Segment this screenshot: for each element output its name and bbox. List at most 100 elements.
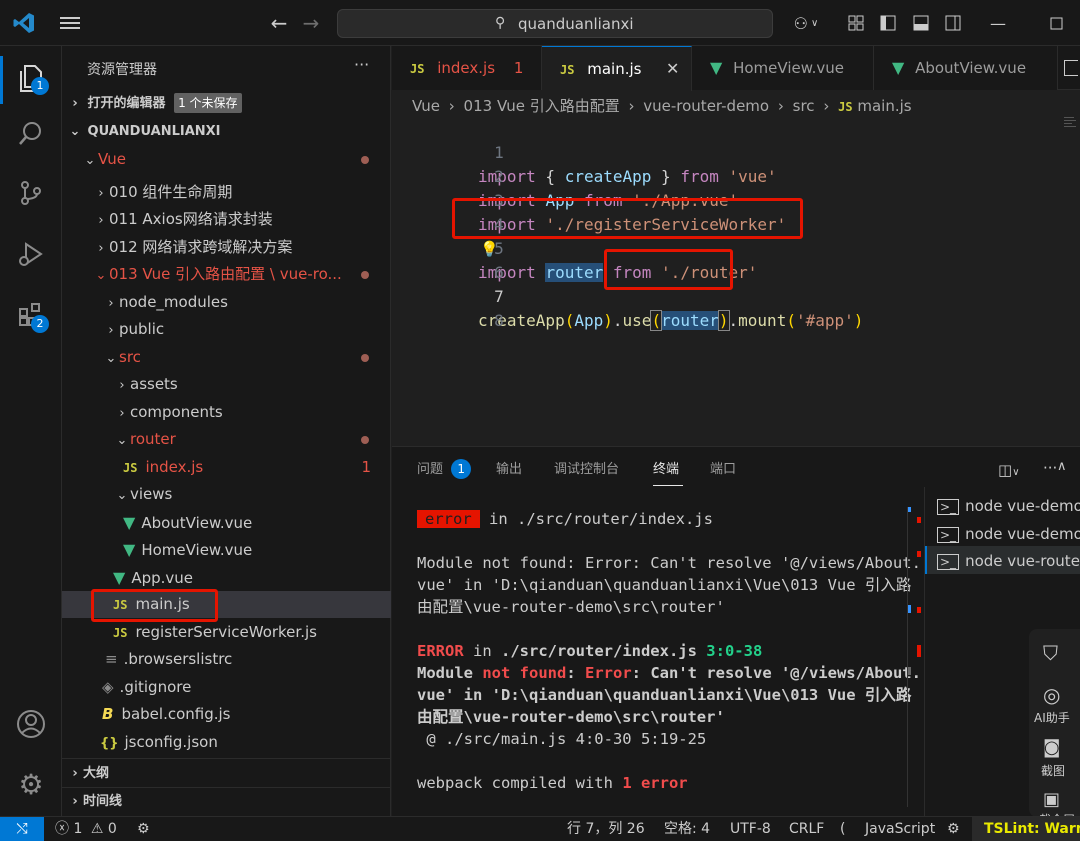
tree-folder-node-modules[interactable]: › node_modules: [62, 289, 391, 316]
toggle-panel-icon[interactable]: [909, 10, 933, 36]
tree-file-index-js[interactable]: JS index.js 1: [62, 454, 391, 481]
breadcrumb-item[interactable]: Vue: [412, 97, 440, 115]
tree-folder-src[interactable]: ⌄ src: [62, 344, 391, 371]
extensions-icon[interactable]: 2: [13, 294, 49, 334]
language-mode[interactable]: JavaScript: [865, 817, 935, 841]
tree-folder-router[interactable]: ⌄ router: [62, 426, 391, 453]
screenshot-label[interactable]: 截图: [1041, 762, 1065, 779]
breadcrumb-item[interactable]: src: [793, 97, 815, 115]
shield-icon[interactable]: ⛉: [1043, 641, 1058, 665]
timeline-section[interactable]: › 时间线: [62, 788, 391, 815]
tree-item-label: 013 Vue 引入路由配置 \ vue-ro...: [109, 265, 342, 283]
breadcrumb-item[interactable]: vue-router-demo: [643, 97, 769, 115]
terminal-line: error in ./src/router/index.js: [417, 508, 713, 530]
tree-folder-vue[interactable]: ⌄ Vue: [62, 146, 391, 173]
floating-toolbar: ⛉ ◎ AI助手 ◙ 截图 ▣ 截全屏: [1029, 629, 1080, 817]
tree-folder-views[interactable]: ⌄ views: [62, 481, 391, 508]
camera-icon[interactable]: ◙: [1043, 737, 1060, 758]
tree-file-jsconfig[interactable]: {} jsconfig.json: [62, 729, 391, 756]
copilot-icon[interactable]: ⚇ ∨: [786, 10, 826, 36]
close-icon[interactable]: ✕: [666, 47, 679, 91]
tree-file-register-sw[interactable]: JS registerServiceWorker.js: [62, 619, 391, 646]
open-editors-section[interactable]: › 打开的编辑器 1 个未保存: [62, 90, 391, 117]
editor-area: JS index.js 1 JS main.js ✕ ▼ HomeView.vu…: [392, 46, 1080, 446]
workspace-root[interactable]: ⌄ QUANDUANLIANXI: [62, 118, 391, 145]
feedback-icon[interactable]: ⚙: [947, 817, 960, 841]
encoding[interactable]: UTF-8: [730, 817, 771, 841]
lightbulb-icon[interactable]: 💡: [480, 237, 499, 261]
tree-file-browserslistrc[interactable]: ≡ .browserslistrc: [62, 646, 391, 673]
settings-gear-icon[interactable]: ⚙: [13, 764, 49, 804]
tree-file-gitignore[interactable]: ◈ .gitignore: [62, 674, 391, 701]
list-file-icon: ≡: [105, 650, 118, 668]
tree-folder-013[interactable]: ⌄ 013 Vue 引入路由配置 \ vue-ro...: [62, 261, 391, 288]
tree-folder-012[interactable]: › 012 网络请求跨域解决方案: [62, 234, 391, 261]
toggle-secondary-sidebar-icon[interactable]: [941, 10, 965, 36]
source-control-icon[interactable]: [13, 173, 49, 213]
forward-arrow-icon[interactable]: →: [298, 10, 324, 36]
panel-tab-problems[interactable]: 问题 1: [417, 447, 472, 493]
more-actions-icon[interactable]: ···: [1043, 459, 1057, 477]
tab-home-view[interactable]: ▼ HomeView.vue: [692, 46, 874, 90]
remote-indicator-icon[interactable]: ⤭: [0, 817, 44, 841]
explorer-badge: 1: [31, 77, 49, 95]
tslint-status[interactable]: TSLint: Warning: [972, 817, 1080, 841]
terminal-scrollbar[interactable]: [907, 507, 908, 807]
tab-label: index.js: [437, 59, 496, 77]
minimize-icon[interactable]: —: [985, 10, 1011, 36]
ai-assistant-label[interactable]: AI助手: [1034, 709, 1070, 726]
panel-tab-output[interactable]: 输出: [496, 447, 522, 493]
code-editor[interactable]: 1 import { createApp } from 'vue' 2 impo…: [392, 117, 1080, 357]
tree-folder-010[interactable]: › 010 组件生命周期: [62, 179, 391, 206]
chevron-right-icon: ›: [119, 406, 125, 421]
maximize-icon[interactable]: [1043, 10, 1069, 36]
tab-index-js[interactable]: JS index.js 1: [392, 46, 542, 90]
maximize-panel-icon[interactable]: ∧: [1057, 459, 1067, 474]
tab-about-view[interactable]: ▼ AboutView.vue: [874, 46, 1058, 90]
tree-folder-011[interactable]: › 011 Axios网络请求封装: [62, 206, 391, 233]
tree-item-label: assets: [130, 375, 178, 393]
panel-tab-debug-console[interactable]: 调试控制台: [554, 447, 619, 493]
debug-icon[interactable]: ⚙: [137, 817, 150, 841]
end-of-line[interactable]: CRLF: [789, 817, 824, 841]
outline-section[interactable]: › 大纲: [62, 760, 391, 787]
tree-folder-public[interactable]: › public: [62, 316, 391, 343]
more-actions-button[interactable]: ···: [354, 55, 369, 74]
tab-main-js[interactable]: JS main.js ✕: [542, 46, 692, 91]
breadcrumb-item[interactable]: main.js: [857, 97, 911, 115]
split-terminal-icon[interactable]: ◫∨: [998, 461, 1020, 479]
language-status-icon[interactable]: (: [840, 817, 845, 841]
search-view-icon[interactable]: [13, 114, 49, 154]
breadcrumb-separator: ›: [823, 97, 830, 115]
ai-assistant-icon[interactable]: ◎: [1043, 683, 1060, 707]
terminal-list-item[interactable]: >_ node vue-demo: [937, 525, 1080, 543]
tree-folder-assets[interactable]: › assets: [62, 371, 391, 398]
line-number: 8: [494, 311, 504, 330]
panel-tab-terminal[interactable]: 终端: [653, 447, 679, 493]
menu-icon[interactable]: [56, 10, 84, 36]
toggle-sidebar-icon[interactable]: [876, 10, 900, 36]
tree-file-babel-config[interactable]: Bbabel.config.js: [62, 701, 391, 728]
run-debug-icon[interactable]: [13, 234, 49, 274]
panel-tab-ports[interactable]: 端口: [710, 447, 736, 493]
tree-file-app-vue[interactable]: ▼ App.vue: [62, 564, 391, 591]
explorer-icon[interactable]: 1: [13, 58, 49, 98]
terminal-list-item[interactable]: >_ node vue-router-...: [937, 552, 1080, 570]
tree-file-main-js[interactable]: JS main.js: [62, 591, 391, 618]
minimap-preview: [1064, 116, 1078, 132]
fullscreen-shot-icon[interactable]: ▣: [1043, 789, 1060, 810]
back-arrow-icon[interactable]: ←: [266, 10, 292, 36]
tree-file-about-view[interactable]: ▼ AboutView.vue: [62, 509, 391, 536]
breadcrumb-item[interactable]: 013 Vue 引入路由配置: [464, 97, 620, 115]
error-badge: error: [417, 510, 480, 528]
tree-folder-components[interactable]: › components: [62, 399, 391, 426]
problems-status[interactable]: ⓧ 1 ⚠ 0: [55, 817, 117, 841]
split-editor-icon[interactable]: [1064, 60, 1078, 76]
cursor-position[interactable]: 行 7，列 26: [567, 817, 645, 841]
customize-layout-icon[interactable]: [844, 10, 868, 36]
command-center-search[interactable]: ⚲ quanduanlianxi: [337, 9, 773, 38]
account-icon[interactable]: [13, 704, 49, 744]
indentation[interactable]: 空格: 4: [664, 817, 710, 841]
tree-file-home-view[interactable]: ▼ HomeView.vue: [62, 536, 391, 563]
terminal-list-item[interactable]: >_ node vue-demo: [937, 497, 1080, 515]
